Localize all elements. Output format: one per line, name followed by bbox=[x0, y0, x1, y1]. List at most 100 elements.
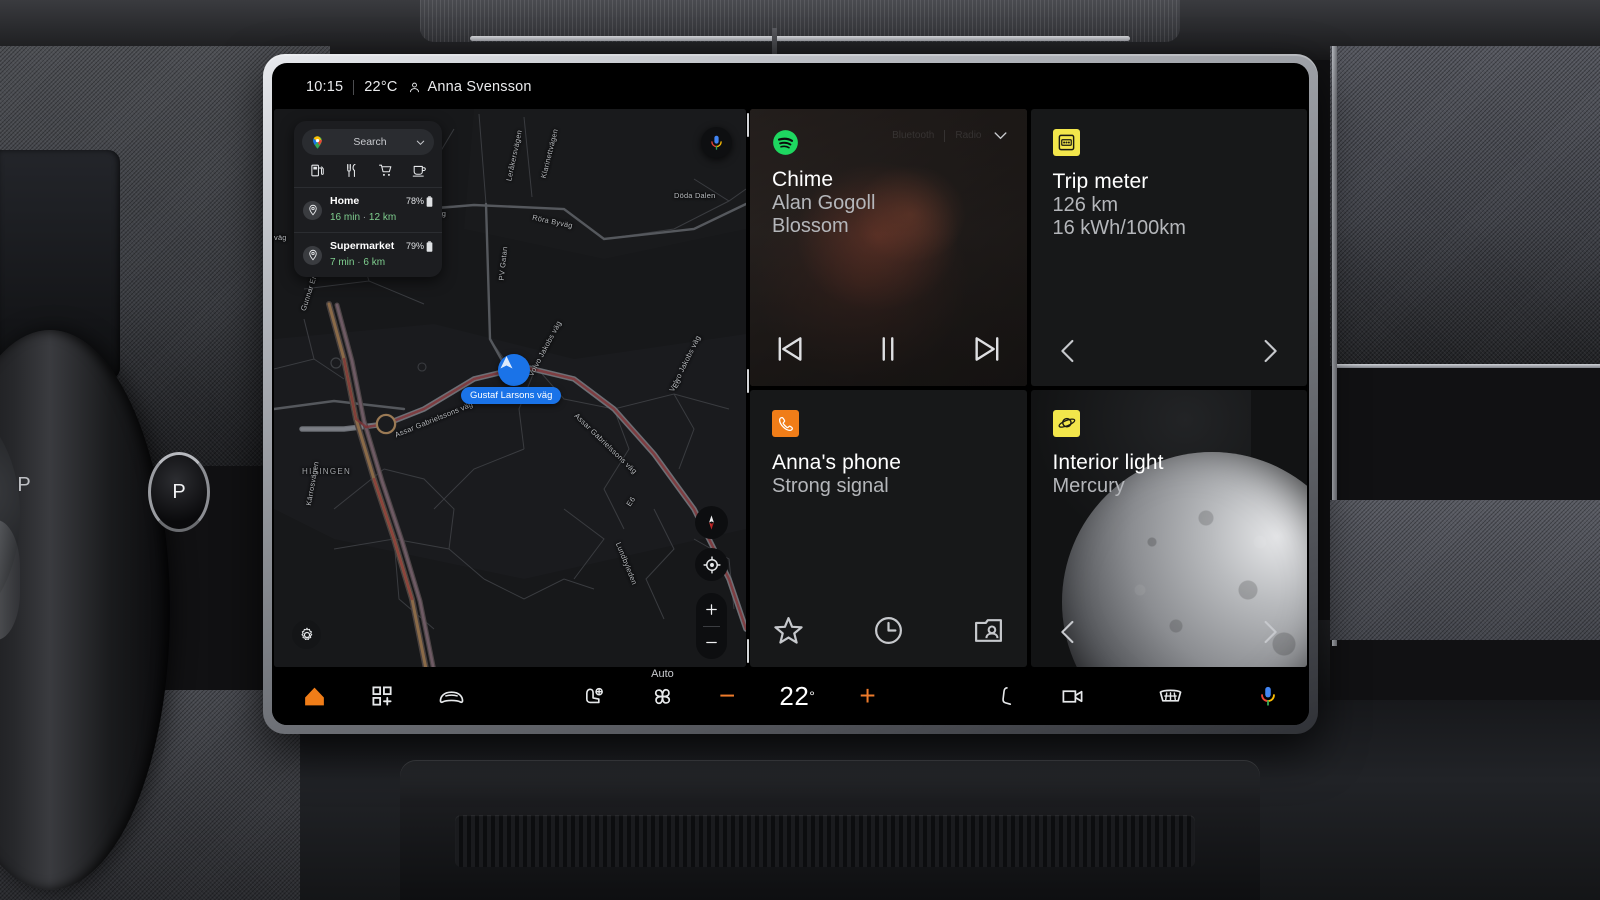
odometer-glyph-icon bbox=[1058, 134, 1074, 151]
destination-battery: 79% bbox=[406, 240, 433, 252]
zoom-in-button[interactable] bbox=[696, 593, 727, 626]
home-button[interactable] bbox=[302, 684, 327, 709]
chevron-right-icon[interactable] bbox=[1255, 336, 1285, 366]
destination-eta: 16 min · 12 km bbox=[330, 212, 396, 223]
pause-icon[interactable] bbox=[871, 332, 905, 366]
skip-previous-icon[interactable] bbox=[772, 332, 806, 366]
panel-container: Leråkersvägen Klarinettvägen Röra Byväg … bbox=[272, 109, 1309, 667]
dashboard-fabric-lower-right bbox=[1330, 500, 1600, 640]
google-assistant-mic-icon bbox=[1261, 686, 1275, 706]
destination-name: Home bbox=[330, 195, 360, 207]
media-card[interactable]: Bluetooth Radio Chime Alan Gogoll Blosso… bbox=[750, 109, 1027, 386]
clock-icon[interactable] bbox=[872, 614, 905, 647]
compass-button[interactable] bbox=[695, 506, 728, 539]
temp-decrease-button[interactable]: − bbox=[719, 682, 735, 710]
recenter-button[interactable] bbox=[695, 548, 728, 581]
cards-row-bottom: Anna's phone Strong signal Interior ligh… bbox=[750, 390, 1307, 667]
interior-light-title: Interior light bbox=[1052, 451, 1164, 474]
trip-meter-pager bbox=[1053, 336, 1286, 366]
destination-header: Supermarket 79% bbox=[330, 240, 433, 252]
media-source-divider bbox=[944, 129, 946, 142]
track-title: Chime bbox=[772, 168, 834, 191]
fan-auto-label: Auto bbox=[651, 667, 674, 680]
saturn-glyph-icon bbox=[1057, 417, 1075, 428]
chevron-down-icon[interactable] bbox=[992, 127, 1009, 144]
destination-home[interactable]: Home 78% 16 min · 12 km bbox=[294, 187, 442, 232]
interior-light-card[interactable]: Interior light Mercury bbox=[1030, 390, 1307, 667]
battery-icon bbox=[426, 240, 433, 252]
eta-value: 16 min bbox=[330, 212, 361, 223]
map-zoom-control[interactable] bbox=[696, 593, 727, 659]
rear-defrost-button[interactable] bbox=[1158, 685, 1183, 708]
destination-header: Home 78% bbox=[330, 195, 433, 207]
phone-card[interactable]: Anna's phone Strong signal bbox=[750, 390, 1027, 667]
fan-auto-button[interactable]: Auto bbox=[650, 668, 675, 709]
map-search-card[interactable]: Search Home 78% 16 min · 12 km Supermark… bbox=[294, 121, 442, 277]
fan-icon bbox=[654, 688, 671, 704]
camera-button[interactable] bbox=[1061, 685, 1084, 708]
seat-heater-button[interactable] bbox=[583, 685, 606, 708]
shopping-cart-icon[interactable] bbox=[378, 163, 393, 178]
chevron-right-icon[interactable] bbox=[1255, 617, 1285, 647]
vehicle-position-marker bbox=[498, 354, 530, 386]
map-settings-button[interactable] bbox=[292, 620, 321, 649]
user-profile[interactable]: Anna Svensson bbox=[408, 79, 532, 95]
eta-separator: · bbox=[362, 212, 367, 223]
zoom-out-button[interactable] bbox=[696, 627, 727, 660]
passenger-seat-button[interactable] bbox=[994, 685, 1017, 708]
search-placeholder: Search bbox=[353, 136, 387, 148]
voice-search-button[interactable] bbox=[701, 127, 732, 158]
plus-icon bbox=[706, 603, 717, 615]
search-input[interactable]: Search bbox=[302, 129, 434, 155]
temperature-display[interactable]: 22 ° bbox=[779, 681, 815, 712]
skip-next-icon[interactable] bbox=[971, 332, 1005, 366]
status-time: 10:15 bbox=[306, 79, 344, 95]
divider-handle-bottom[interactable] bbox=[747, 639, 749, 663]
status-temperature: 22°C bbox=[364, 79, 398, 95]
phone-status: Strong signal bbox=[772, 474, 889, 497]
interior-light-pager bbox=[1053, 617, 1286, 647]
trip-consumption: 16 kWh/100km bbox=[1052, 216, 1186, 239]
destination-supermarket[interactable]: Supermarket 79% 7 min · 6 km bbox=[294, 232, 442, 277]
media-controls bbox=[772, 332, 1005, 366]
trip-meter-title: Trip meter bbox=[1052, 170, 1149, 193]
person-icon bbox=[409, 82, 419, 92]
chevron-left-icon[interactable] bbox=[1053, 336, 1083, 366]
coffee-icon[interactable] bbox=[412, 163, 427, 178]
dashboard-chrome-line-right bbox=[1336, 364, 1600, 368]
gear-icon bbox=[301, 627, 312, 640]
temp-increase-button[interactable]: + bbox=[859, 682, 875, 710]
seat-heater-icon bbox=[586, 687, 603, 703]
map-panel[interactable]: Leråkersvägen Klarinettvägen Röra Byväg … bbox=[274, 109, 746, 667]
navigation-arrow-icon bbox=[500, 356, 513, 369]
gas-station-icon[interactable] bbox=[310, 163, 325, 178]
divider-handle-mid[interactable] bbox=[747, 369, 749, 393]
google-maps-pin-icon bbox=[313, 135, 322, 149]
gear-indicator-secondary: P bbox=[17, 473, 31, 496]
recenter-target-icon bbox=[702, 555, 721, 574]
location-pin-icon bbox=[303, 245, 322, 265]
odometer-icon bbox=[1052, 129, 1080, 156]
interior-light-theme: Mercury bbox=[1052, 474, 1125, 497]
restaurant-icon[interactable] bbox=[344, 163, 359, 178]
chevron-left-icon[interactable] bbox=[1053, 617, 1083, 647]
park-button[interactable]: P bbox=[148, 452, 210, 532]
distance-value: 6 km bbox=[363, 257, 386, 268]
seat-icon bbox=[1002, 686, 1011, 705]
media-source-label-2: Radio bbox=[955, 130, 982, 141]
location-pin-icon bbox=[303, 200, 322, 220]
trip-meter-card[interactable]: Trip meter 126 km 16 kWh/100km bbox=[1030, 109, 1307, 386]
rear-defrost-icon bbox=[1159, 689, 1182, 702]
chevron-down-icon[interactable] bbox=[415, 137, 426, 148]
minus-icon bbox=[706, 642, 717, 644]
contacts-icon[interactable] bbox=[972, 614, 1005, 647]
trip-distance: 126 km bbox=[1052, 193, 1119, 216]
star-icon[interactable] bbox=[772, 614, 805, 647]
spotify-icon[interactable] bbox=[772, 129, 799, 156]
divider-handle-top[interactable] bbox=[747, 113, 749, 137]
apps-button[interactable] bbox=[371, 685, 394, 708]
phone-actions bbox=[772, 614, 1005, 647]
destination-battery: 78% bbox=[406, 195, 433, 207]
assistant-button[interactable] bbox=[1257, 685, 1279, 707]
car-settings-button[interactable] bbox=[438, 685, 465, 708]
